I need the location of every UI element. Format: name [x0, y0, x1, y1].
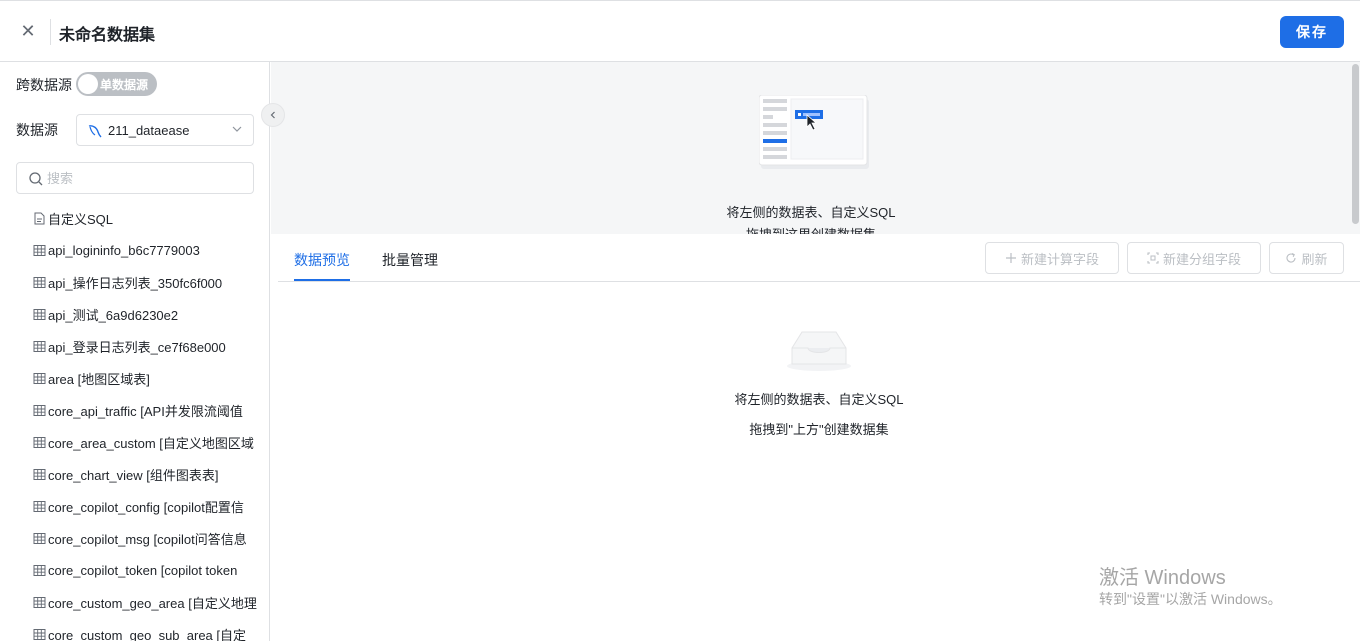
- table-list-item-label: core_copilot_token [copilot token: [48, 562, 238, 578]
- table-list-item-label: core_api_traffic [API并发限流阈值: [48, 403, 243, 419]
- toggle-knob: [78, 74, 98, 94]
- table-list-item-label: api_logininfo_b6c7779003: [48, 242, 200, 258]
- watermark-title: 激活 Windows: [1099, 567, 1226, 589]
- activation-watermark: 激活 Windows 转到"设置"以激活 Windows。: [1099, 561, 1282, 607]
- chevron-down-icon: [232, 126, 242, 132]
- table-list-item[interactable]: 自定义SQL: [0, 202, 269, 234]
- table-list-item[interactable]: core_copilot_msg [copilot问答信息: [0, 522, 269, 554]
- empty-hint-line1: 将左侧的数据表、自定义SQL: [734, 392, 904, 407]
- new-calc-field-button[interactable]: 新建计算字段: [985, 242, 1119, 274]
- tab-data-preview[interactable]: 数据预览: [294, 250, 350, 270]
- table-list-item-label: core_custom_geo_area [自定义地理: [48, 595, 257, 611]
- table-list-item[interactable]: core_custom_geo_sub_area [自定: [0, 618, 269, 641]
- table-list-item[interactable]: core_copilot_token [copilot token: [0, 554, 269, 586]
- table-icon: [33, 404, 46, 416]
- table-icon: [33, 628, 46, 640]
- datasource-select[interactable]: 211_dataease: [76, 114, 254, 146]
- cross-source-label: 跨数据源: [16, 77, 72, 93]
- new-calc-field-label: 新建计算字段: [1020, 251, 1099, 267]
- datasource-value: 211_dataease: [108, 123, 190, 138]
- mysql-icon: [88, 125, 102, 138]
- header-divider: [50, 19, 51, 45]
- drag-illustration-icon: [759, 95, 869, 169]
- table-list-item[interactable]: core_chart_view [组件图表表]: [0, 458, 269, 490]
- table-list-item-label: core_custom_geo_sub_area [自定: [48, 627, 247, 641]
- table-list-item-label: api_测试_6a9d6230e2: [48, 307, 179, 323]
- empty-hint-line2: 拖拽到"上方"创建数据集: [749, 422, 889, 437]
- refresh-icon: [1286, 253, 1297, 263]
- table-list-item-label: core_chart_view [组件图表表]: [48, 467, 219, 483]
- drop-zone[interactable]: 将左侧的数据表、自定义SQL 拖拽到这里创建数据集: [271, 62, 1360, 234]
- table-list-item-label: 自定义SQL: [48, 211, 114, 227]
- table-list-item[interactable]: core_copilot_config [copilot配置信: [0, 490, 269, 522]
- drop-hint-line1: 将左侧的数据表、自定义SQL: [726, 205, 896, 220]
- table-list-item-label: core_copilot_config [copilot配置信: [48, 499, 244, 515]
- table-list: 自定义SQL api_logininfo_b6c7779003 api_操作日志列表…: [0, 202, 269, 641]
- empty-box-icon: [787, 331, 851, 371]
- tab-batch-manage[interactable]: 批量管理: [382, 250, 438, 270]
- table-list-item-label: core_copilot_msg [copilot问答信息: [48, 531, 247, 547]
- table-icon: [33, 596, 46, 608]
- table-list-item-label: api_操作日志列表_350fc6f000: [48, 275, 223, 291]
- table-icon: [33, 532, 46, 544]
- search-input[interactable]: [47, 168, 247, 188]
- save-button[interactable]: 保存: [1280, 16, 1344, 48]
- table-list-item[interactable]: api_登录日志列表_ce7f68e000: [0, 330, 269, 362]
- table-search: [16, 162, 254, 194]
- dataset-title[interactable]: 未命名数据集: [59, 21, 155, 45]
- table-list-item-label: core_area_custom [自定义地图区域: [48, 435, 254, 451]
- table-list-item-label: api_登录日志列表_ce7f68e000: [48, 339, 226, 355]
- table-icon: [33, 276, 46, 288]
- search-icon: [29, 172, 43, 186]
- table-icon: [33, 564, 46, 576]
- tabs-divider: [278, 281, 1360, 282]
- group-field-icon: [1147, 252, 1159, 264]
- drop-hint-line2: 拖拽到这里创建数据集: [271, 224, 1351, 234]
- table-list-item[interactable]: area [地图区域表]: [0, 362, 269, 394]
- table-icon: [33, 500, 46, 512]
- table-list-item[interactable]: core_custom_geo_area [自定义地理: [0, 586, 269, 618]
- table-list-item[interactable]: core_area_custom [自定义地图区域: [0, 426, 269, 458]
- table-icon: [33, 372, 46, 384]
- table-icon: [33, 436, 46, 448]
- vertical-scrollbar[interactable]: [1350, 62, 1360, 234]
- table-list-item[interactable]: api_操作日志列表_350fc6f000: [0, 266, 269, 298]
- header-bar: ✕ 未命名数据集 保存: [0, 0, 1360, 62]
- left-panel: 跨数据源 单数据源 数据源 211_dataease 自定义SQL api_log…: [0, 62, 270, 641]
- table-icon: [33, 340, 46, 352]
- refresh-button[interactable]: 刷新: [1269, 242, 1344, 274]
- datasource-label: 数据源: [16, 122, 58, 138]
- table-icon: [33, 244, 46, 256]
- table-icon: [33, 468, 46, 480]
- table-list-item[interactable]: core_api_traffic [API并发限流阈值: [0, 394, 269, 426]
- close-icon[interactable]: ✕: [16, 20, 40, 44]
- toggle-text: 单数据源: [100, 78, 149, 92]
- chevron-left-icon: [270, 111, 275, 119]
- refresh-label: 刷新: [1301, 251, 1328, 267]
- table-list-item[interactable]: api_测试_6a9d6230e2: [0, 298, 269, 330]
- table-icon: [33, 308, 46, 320]
- new-group-field-label: 新建分组字段: [1162, 251, 1241, 267]
- watermark-subtitle: 转到"设置"以激活 Windows。: [1099, 591, 1282, 607]
- sql-icon: [34, 212, 45, 224]
- scrollbar-thumb[interactable]: [1352, 64, 1359, 224]
- plus-icon: [1005, 253, 1016, 263]
- cross-source-toggle[interactable]: 单数据源: [76, 72, 157, 96]
- collapse-panel-button[interactable]: [261, 103, 285, 127]
- table-list-item[interactable]: api_logininfo_b6c7779003: [0, 234, 269, 266]
- table-list-item-label: area [地图区域表]: [48, 371, 150, 387]
- new-group-field-button[interactable]: 新建分组字段: [1127, 242, 1261, 274]
